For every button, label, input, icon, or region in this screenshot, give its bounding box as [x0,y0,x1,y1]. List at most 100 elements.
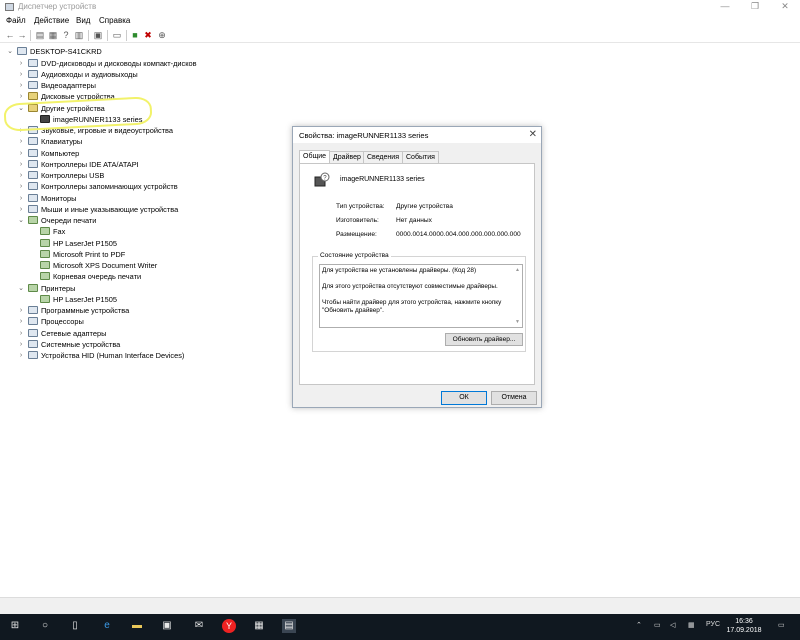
minimize-button[interactable]: — [710,0,740,14]
chevron-down-icon[interactable]: ⌄ [6,46,14,57]
clock[interactable]: 16:36 17.09.2018 [724,617,764,635]
chevron-down-icon[interactable]: ⌄ [17,215,25,226]
maximize-button[interactable]: ❐ [740,0,770,14]
tree-item[interactable]: › DVD-дисководы и дисководы компакт-диско… [20,58,197,69]
tree-item[interactable]: › Клавиатуры [20,136,82,147]
tab-general[interactable]: Общие [299,150,331,163]
cancel-button[interactable]: Отмена [491,391,537,405]
action-list-icon[interactable]: ▥ [74,30,84,40]
chevron-right-icon[interactable]: › [17,69,25,80]
tree-item[interactable]: Fax [40,226,65,237]
tree-item[interactable]: › Программные устройства [20,305,129,316]
chevron-right-icon[interactable]: › [17,170,25,181]
menu-action[interactable]: Действие [34,16,69,25]
scan-hardware-icon[interactable]: ▣ [93,30,103,40]
tree-item[interactable]: Корневая очередь печати [40,271,141,282]
network-icon[interactable]: ▭ [654,621,661,629]
tree-item-label: Очереди печати [41,216,97,225]
tree-item[interactable]: HP LaserJet P1505 [40,238,117,249]
tree-item[interactable]: › Процессоры [20,316,84,327]
tree-item-label: Процессоры [41,317,84,327]
mail-icon[interactable]: ✉ [192,619,206,633]
tree-item[interactable]: › Контроллеры USB [20,170,104,181]
edge-browser-icon[interactable]: e [100,619,114,633]
menu-file[interactable]: Файл [6,16,26,25]
search-icon[interactable]: ○ [38,619,52,633]
tree-item[interactable]: › Сетевые адаптеры [20,328,106,339]
menu-help[interactable]: Справка [99,16,130,25]
back-arrow-icon[interactable]: ← [5,30,15,40]
print-queue-icon [28,216,38,224]
keyboard-icon[interactable]: ▦ [688,621,695,629]
device-manager-icon [5,3,14,11]
device-manager-taskbar-icon[interactable]: ▦ [252,619,266,633]
chevron-right-icon[interactable]: › [17,80,25,91]
chevron-right-icon[interactable]: › [17,350,25,361]
tree-item[interactable]: › Контроллеры IDE ATA/ATAPI [20,159,139,170]
tree-item-label: Microsoft Print to PDF [53,249,126,259]
chevron-right-icon[interactable]: › [17,204,25,215]
tree-item[interactable]: › Мыши и иные указывающие устройства [20,204,178,215]
chevron-right-icon[interactable]: › [17,159,25,170]
keyboard-icon [28,137,38,146]
tab-driver[interactable]: Драйвер [329,151,365,163]
update-driver-icon[interactable]: ■ [130,30,140,40]
chevron-right-icon[interactable]: › [17,58,25,69]
tree-item[interactable]: › Мониторы [20,193,76,204]
tree-item[interactable]: ⌄ Принтеры [18,283,75,294]
chevron-right-icon[interactable]: › [17,328,25,339]
monitor-icon[interactable]: ▭ [112,30,122,40]
tree-item[interactable]: › Видеоадаптеры [20,80,96,91]
speaker-icon [28,69,38,78]
chevron-right-icon[interactable]: › [17,339,25,350]
help-icon[interactable]: ? [61,30,71,40]
download-icon[interactable]: ⊕ [157,30,167,40]
notifications-icon[interactable]: ▭ [778,621,785,629]
volume-icon[interactable]: ◁ [670,621,675,629]
tray-chevron-icon[interactable]: ⌃ [636,621,642,629]
task-view-icon[interactable]: ▯ [68,619,82,633]
chevron-down-icon[interactable]: ⌄ [17,283,25,294]
status-line: Чтобы найти драйвер для этого устройства… [322,299,502,314]
chevron-right-icon[interactable]: › [17,148,25,159]
chevron-right-icon[interactable]: › [17,316,25,327]
tree-item[interactable]: HP LaserJet P1505 [40,294,117,305]
uninstall-icon[interactable]: ✖ [143,30,153,40]
tree-item[interactable]: ⌄ Очереди печати [18,215,97,226]
dialog-close-button[interactable]: ✕ [529,129,537,140]
chevron-right-icon[interactable]: › [17,136,25,147]
tree-item[interactable]: Microsoft XPS Document Writer [40,260,157,271]
tab-events[interactable]: События [402,151,439,163]
device-status-text[interactable]: Для устройства не установлены драйверы. … [319,264,523,328]
language-indicator[interactable]: РУС [706,621,720,628]
tree-item[interactable]: › Системные устройства [20,339,120,350]
tree-view-icon[interactable]: ▤ [35,30,45,40]
properties-icon[interactable]: ▦ [48,30,58,40]
scroll-down-icon[interactable]: ▼ [515,318,520,326]
store-icon[interactable]: ▣ [160,619,174,633]
status-scrollbar[interactable]: ▲ ▼ [514,265,522,327]
properties-taskbar-icon[interactable]: ▤ [282,619,296,633]
close-button[interactable]: ✕ [770,0,800,14]
chevron-right-icon[interactable]: › [17,193,25,204]
tree-item[interactable]: › Контроллеры запоминающих устройств [20,181,178,192]
ide-controller-icon [28,159,38,168]
tree-item[interactable]: › Компьютер [20,148,79,159]
tree-item[interactable]: › Аудиовходы и аудиовыходы [20,69,138,80]
storage-controller-icon [28,182,38,191]
tree-item[interactable]: Microsoft Print to PDF [40,249,125,260]
tree-item[interactable]: › Устройства HID (Human Interface Devices… [20,350,184,361]
ok-button[interactable]: ОК [441,391,487,405]
chevron-right-icon[interactable]: › [17,305,25,316]
file-explorer-icon[interactable]: ▬ [130,619,144,633]
forward-arrow-icon[interactable]: → [17,30,27,40]
chevron-right-icon[interactable]: › [17,91,25,102]
yandex-browser-icon[interactable]: Y [222,619,236,633]
menu-view[interactable]: Вид [76,16,90,25]
update-driver-button[interactable]: Обновить драйвер... [445,333,523,346]
scroll-up-icon[interactable]: ▲ [515,266,520,274]
tree-root[interactable]: ⌄ DESKTOP-S41CKRD [7,46,102,57]
tab-details[interactable]: Сведения [363,151,403,163]
chevron-right-icon[interactable]: › [17,181,25,192]
windows-start-icon[interactable]: ⊞ [8,619,22,633]
